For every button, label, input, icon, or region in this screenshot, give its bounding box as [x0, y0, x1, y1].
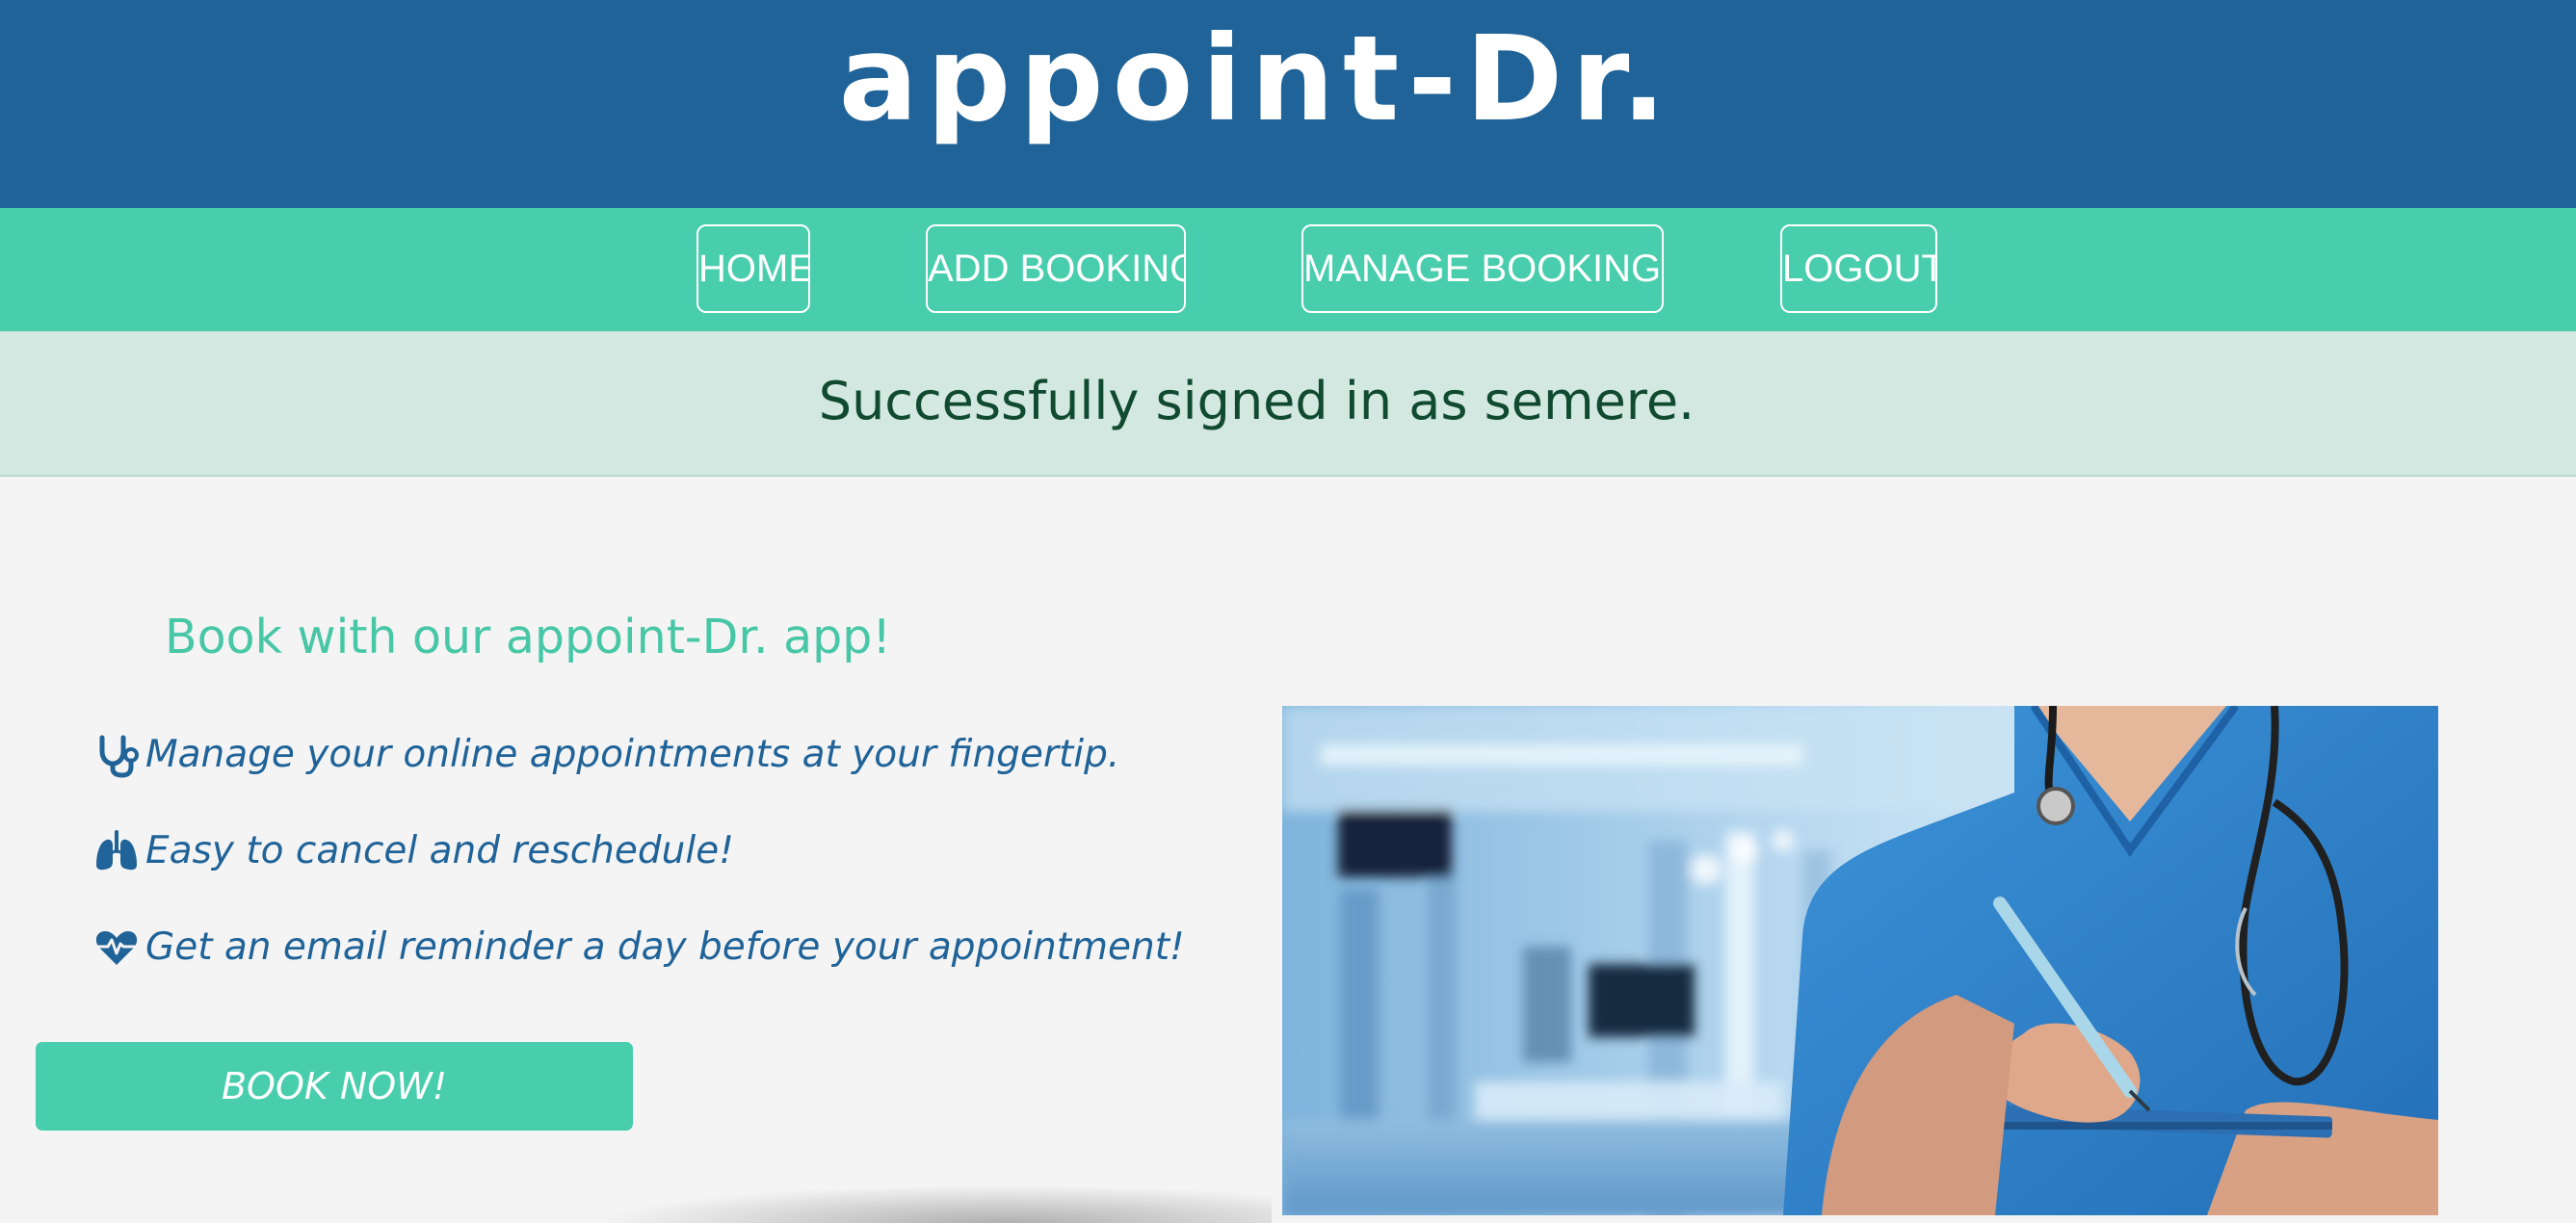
nav-bar: HOME ADD BOOKING MANAGE BOOKINGS LOGOUT: [0, 208, 2576, 331]
book-now-button[interactable]: BOOK NOW!: [36, 1042, 633, 1131]
alert-message: Successfully signed in as semere.: [818, 371, 1695, 431]
stethoscope-icon: [99, 735, 139, 778]
nav-home-button[interactable]: HOME: [697, 224, 810, 313]
signin-alert: Successfully signed in as semere.: [0, 331, 2576, 477]
site-header: appoint-Dr.: [0, 0, 2576, 208]
nav-manage-bookings-button[interactable]: MANAGE BOOKINGS: [1301, 224, 1664, 313]
lungs-icon: [96, 830, 137, 871]
feature-text: Get an email reminder a day before your …: [145, 925, 1185, 969]
feature-text: Easy to cancel and reschedule!: [145, 829, 734, 872]
heart-pulse-icon: [95, 931, 138, 965]
feature-item: Manage your online appointments at your …: [93, 726, 1119, 784]
feature-text: Manage your online appointments at your …: [145, 733, 1120, 776]
feature-item: Get an email reminder a day before your …: [93, 919, 1185, 976]
nav-add-booking-button[interactable]: ADD BOOKING: [926, 224, 1186, 313]
feature-item: Easy to cancel and reschedule!: [93, 822, 734, 880]
tagline-heading: Book with our appoint-Dr. app!: [165, 610, 891, 664]
nav-logout-button[interactable]: LOGOUT: [1780, 224, 1937, 313]
doctor-hero-image: [1282, 706, 2438, 1215]
main-content: Book with our appoint-Dr. app! Manage yo…: [0, 477, 2576, 1223]
hero-illustration: [1282, 706, 2438, 1215]
brand-title: appoint-Dr.: [838, 11, 1675, 147]
decorative-shadow: [597, 1184, 1272, 1223]
